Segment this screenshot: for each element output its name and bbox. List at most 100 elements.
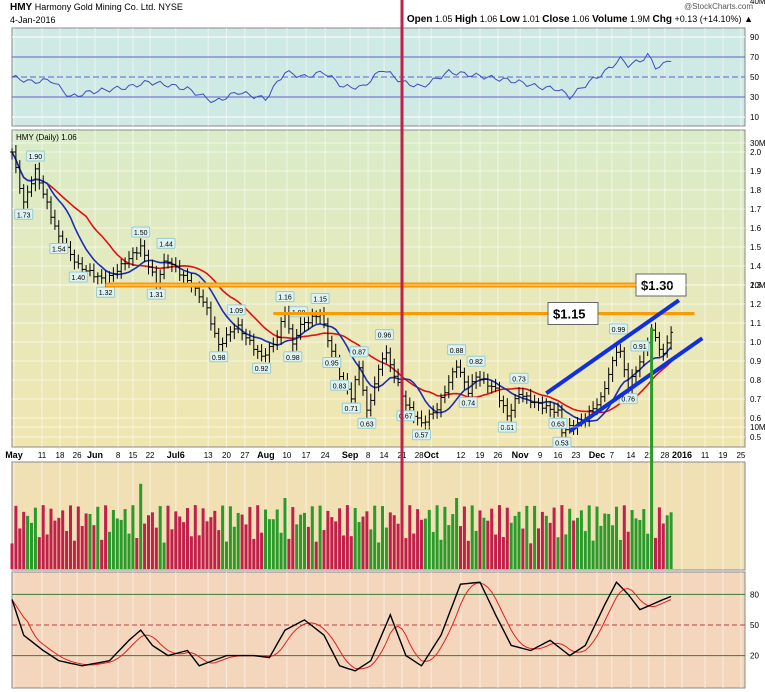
price-label: 0.88 bbox=[450, 348, 464, 355]
volume-bar bbox=[100, 539, 104, 569]
volume-bar bbox=[501, 537, 505, 569]
volume-bar bbox=[412, 533, 416, 569]
volume-bar bbox=[599, 525, 603, 569]
volume-bar bbox=[466, 540, 470, 569]
price-panel: 2.01.91.81.71.61.51.41.31.21.11.00.90.80… bbox=[10, 129, 762, 448]
date-tick-label: 11 bbox=[38, 451, 47, 460]
volume-bar bbox=[576, 517, 579, 569]
price-label: 0.83 bbox=[333, 383, 347, 390]
stoch-tick-label: 50 bbox=[750, 621, 759, 630]
rsi-tick-label: 30 bbox=[750, 93, 759, 102]
volume-tick-label: 20M bbox=[750, 281, 765, 290]
price-tick-label: 1.6 bbox=[750, 224, 762, 233]
volume-tick-label: 30M bbox=[750, 139, 765, 148]
rsi-panel: 90 70 50 30 10 bbox=[11, 27, 759, 127]
date-tick-label: Aug bbox=[257, 450, 275, 460]
volume-bar bbox=[443, 506, 447, 569]
price-label: 0.96 bbox=[378, 333, 392, 340]
volume-bar bbox=[314, 541, 318, 569]
volume-bar bbox=[529, 543, 533, 569]
stoch-tick-label: 80 bbox=[750, 590, 759, 599]
date-tick-label: 13 bbox=[204, 451, 213, 460]
date-tick-label: 28 bbox=[415, 451, 424, 460]
volume-bar bbox=[657, 507, 661, 569]
volume-bar bbox=[53, 520, 57, 569]
volume-bar bbox=[661, 523, 665, 569]
volume-bar bbox=[131, 505, 135, 569]
volume-bar bbox=[513, 515, 517, 569]
volume-bar bbox=[361, 516, 365, 569]
volume-bar bbox=[111, 509, 115, 569]
volume-bar bbox=[189, 536, 193, 569]
volume-bar bbox=[416, 509, 420, 569]
volume-bar bbox=[540, 511, 544, 569]
date-tick-label: 18 bbox=[56, 451, 65, 460]
price-label: 0.76 bbox=[621, 397, 635, 404]
date-tick-label: 7 bbox=[610, 451, 615, 460]
volume-bar bbox=[548, 522, 552, 569]
volume-tick-label: 40M bbox=[750, 0, 765, 6]
volume-bar bbox=[638, 519, 642, 569]
price-tick-label: 0.6 bbox=[750, 414, 762, 423]
price-label: 1.50 bbox=[134, 230, 148, 237]
volume-bar bbox=[579, 510, 583, 569]
volume-bar bbox=[193, 505, 197, 569]
price-label: 0.99 bbox=[612, 327, 626, 334]
stochastic-panel: 80 50 20 bbox=[11, 571, 759, 689]
volume-bar bbox=[119, 519, 123, 569]
volume-bar bbox=[80, 525, 84, 569]
volume-bar bbox=[170, 529, 174, 569]
price-label: 1.09 bbox=[229, 308, 243, 315]
volume-bar bbox=[486, 520, 490, 569]
price-label: 1.90 bbox=[29, 154, 43, 161]
volume-bar bbox=[30, 522, 33, 569]
volume-bar bbox=[135, 538, 139, 569]
volume-tick-label: 10M bbox=[750, 423, 765, 432]
volume-bar bbox=[420, 519, 423, 569]
price-label: 0.87 bbox=[352, 350, 366, 357]
volume-bar bbox=[560, 505, 564, 569]
date-tick-label: Jun bbox=[87, 450, 103, 460]
volume-bar bbox=[174, 511, 178, 569]
date-tick-label: 9 bbox=[538, 451, 543, 460]
volume-bar bbox=[462, 506, 466, 569]
volume-bar bbox=[517, 511, 521, 569]
volume-bar bbox=[525, 505, 529, 569]
volume-bar bbox=[330, 517, 334, 569]
date-tick-label: Dec bbox=[589, 450, 606, 460]
volume-bar bbox=[65, 531, 69, 569]
volume-bar bbox=[143, 523, 147, 569]
volume-bar bbox=[182, 522, 186, 569]
volume-bar bbox=[275, 509, 279, 569]
volume-bar bbox=[646, 533, 650, 569]
volume-bar bbox=[650, 327, 654, 569]
date-tick-label: Oct bbox=[424, 450, 439, 460]
volume-bar bbox=[150, 512, 154, 569]
volume-bar bbox=[618, 539, 622, 569]
volume-bar bbox=[162, 542, 166, 569]
volume-bar bbox=[439, 539, 443, 569]
volume-bar bbox=[435, 505, 439, 569]
volume-bar bbox=[260, 532, 264, 569]
volume-bar bbox=[408, 505, 412, 569]
volume-bar bbox=[622, 505, 626, 569]
price-label: 1.31 bbox=[149, 292, 163, 299]
volume-bar bbox=[299, 514, 303, 569]
volume-bar bbox=[248, 507, 252, 569]
price-tick-label: 2.0 bbox=[750, 148, 762, 157]
date-tick-label: 25 bbox=[736, 451, 745, 460]
volume-bar bbox=[221, 505, 225, 569]
volume-bar bbox=[244, 524, 248, 569]
volume-bar bbox=[587, 505, 591, 569]
price-tick-label: 0.8 bbox=[750, 376, 762, 385]
volume-bar bbox=[76, 506, 80, 569]
volume-bar bbox=[338, 508, 342, 569]
price-label: 1.32 bbox=[99, 290, 113, 297]
date-tick-label: 26 bbox=[493, 451, 502, 460]
volume-bar bbox=[197, 535, 201, 569]
volume-bar bbox=[607, 513, 611, 569]
price-tick-label: 0.9 bbox=[750, 357, 762, 366]
volume-bar bbox=[139, 483, 143, 569]
volume-bar bbox=[240, 514, 244, 569]
volume-bar bbox=[217, 530, 221, 569]
